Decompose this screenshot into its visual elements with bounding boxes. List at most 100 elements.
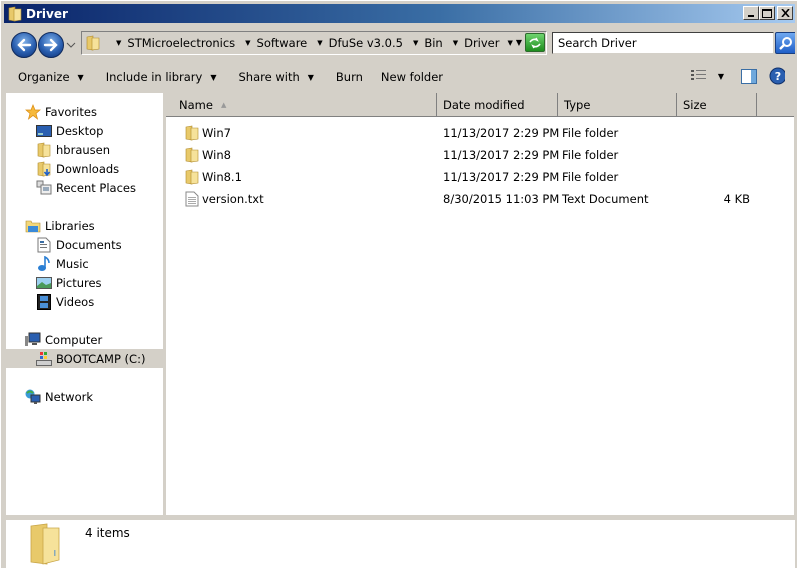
close-icon [780, 9, 790, 17]
breadcrumb-dfuse[interactable]: ▼ DfuSe v3.0.5 [317, 36, 403, 50]
folder-icon [185, 169, 199, 185]
nav-libraries[interactable]: Libraries [25, 216, 95, 235]
nav-item-downloads[interactable]: Downloads [36, 159, 119, 178]
star-icon [25, 103, 41, 120]
search-input[interactable]: Search Driver [552, 32, 774, 54]
file-row[interactable]: Win8 11/13/2017 2:29 PM File folder [166, 144, 794, 166]
file-row[interactable]: Win8.1 11/13/2017 2:29 PM File folder [166, 166, 794, 188]
nav-item-recent-places[interactable]: Recent Places [36, 178, 136, 197]
breadcrumb-bin[interactable]: ▼ Bin [413, 36, 443, 50]
refresh-button[interactable] [525, 33, 545, 52]
chevron-down-icon: ▼ [307, 72, 314, 82]
window-title: Driver [26, 6, 68, 21]
file-date: 8/30/2015 11:03 PM [443, 192, 560, 206]
chevron-down-icon[interactable]: ▼ [413, 39, 418, 47]
search-icon [779, 37, 792, 50]
explorer-window: Driver ▼ STMicroelectronics ▼ Software ▼… [0, 0, 797, 568]
arrow-right-icon [43, 38, 58, 52]
folder-icon [86, 35, 100, 51]
file-name: Win8 [202, 148, 231, 162]
arrow-left-icon [17, 38, 32, 52]
chevron-down-icon[interactable]: ▼ [116, 39, 121, 47]
file-type: File folder [562, 126, 619, 140]
back-button[interactable] [11, 32, 37, 58]
maximize-button[interactable] [759, 6, 775, 20]
column-header-date-modified[interactable]: Date modified [437, 93, 558, 116]
address-history-dropdown[interactable]: ▼ [516, 38, 522, 47]
close-button[interactable] [777, 6, 793, 20]
file-row[interactable]: version.txt 8/30/2015 11:03 PM Text Docu… [166, 188, 794, 210]
nav-item-videos[interactable]: Videos [36, 292, 94, 311]
recent-places-icon [36, 180, 52, 196]
chevron-down-icon[interactable]: ▼ [507, 39, 512, 47]
drive-icon [36, 351, 52, 367]
file-name: Win8.1 [202, 170, 242, 184]
view-options-dropdown[interactable]: ▼ [713, 68, 729, 84]
chevron-down-icon[interactable]: ▼ [317, 39, 322, 47]
folder-icon [8, 6, 22, 21]
forward-button[interactable] [38, 32, 64, 58]
breadcrumb-stmicroelectronics[interactable]: ▼ STMicroelectronics [116, 36, 235, 50]
include-in-library-button[interactable]: Include in library ▼ [106, 70, 217, 84]
downloads-folder-icon [36, 161, 52, 177]
column-header-extra[interactable] [757, 93, 794, 116]
preview-pane-icon [741, 68, 757, 84]
file-date: 11/13/2017 2:29 PM [443, 126, 560, 140]
column-header-size[interactable]: Size [677, 93, 757, 116]
change-view-button[interactable] [691, 68, 707, 84]
item-count: 4 items [85, 526, 130, 540]
file-type: Text Document [562, 192, 649, 206]
recent-pages-dropdown[interactable] [66, 40, 76, 50]
column-header-name[interactable]: Name ▲ [173, 93, 437, 116]
breadcrumb-driver[interactable]: ▼ Driver ▼ [453, 36, 519, 50]
file-date: 11/13/2017 2:29 PM [443, 170, 560, 184]
chevron-down-icon: ▼ [210, 72, 217, 82]
details-pane: 4 items [6, 520, 795, 568]
desktop-icon [36, 123, 52, 139]
folder-icon [30, 523, 60, 565]
title-bar[interactable]: Driver [4, 4, 795, 23]
nav-item-desktop[interactable]: Desktop [36, 121, 103, 140]
column-header-type[interactable]: Type [558, 93, 677, 116]
file-list: Name ▲ Date modified Type Size Win7 11/13… [166, 93, 794, 515]
nav-favorites[interactable]: Favorites [25, 102, 97, 121]
file-type: File folder [562, 148, 619, 162]
file-type: File folder [562, 170, 619, 184]
maximize-icon [762, 8, 772, 18]
organize-button[interactable]: Organize ▼ [18, 70, 84, 84]
music-icon [36, 255, 52, 272]
nav-network[interactable]: Network [25, 387, 93, 406]
minimize-button[interactable] [743, 6, 759, 20]
nav-item-hbrausen[interactable]: hbrausen [36, 140, 110, 159]
file-size: 4 KB [723, 192, 750, 206]
details-view-icon [691, 70, 706, 80]
chevron-down-icon: ▼ [717, 71, 725, 81]
chevron-down-icon[interactable]: ▼ [245, 39, 250, 47]
minimize-icon [748, 15, 754, 17]
user-folder-icon [36, 142, 52, 158]
help-button[interactable]: ? [769, 67, 785, 85]
nav-item-documents[interactable]: Documents [36, 235, 122, 254]
preview-pane-button[interactable] [741, 68, 757, 84]
new-folder-button[interactable]: New folder [381, 70, 443, 84]
search-button[interactable] [775, 32, 797, 54]
file-date: 11/13/2017 2:29 PM [443, 148, 560, 162]
file-name: version.txt [202, 192, 264, 206]
share-with-button[interactable]: Share with ▼ [239, 70, 314, 84]
address-bar[interactable]: ▼ STMicroelectronics ▼ Software ▼ DfuSe … [81, 31, 547, 55]
nav-item-pictures[interactable]: Pictures [36, 273, 102, 292]
videos-icon [36, 293, 52, 310]
nav-item-music[interactable]: Music [36, 254, 89, 273]
libraries-icon [25, 218, 41, 234]
burn-button[interactable]: Burn [336, 70, 363, 84]
folder-icon [185, 125, 199, 141]
chevron-down-icon[interactable]: ▼ [453, 39, 458, 47]
help-icon: ? [769, 67, 785, 85]
refresh-icon [529, 37, 541, 48]
nav-item-bootcamp[interactable]: BOOTCAMP (C:) [6, 349, 163, 368]
nav-computer[interactable]: Computer [25, 330, 102, 349]
breadcrumb-software[interactable]: ▼ Software [245, 36, 307, 50]
address-row: ▼ STMicroelectronics ▼ Software ▼ DfuSe … [5, 28, 797, 60]
file-row[interactable]: Win7 11/13/2017 2:29 PM File folder [166, 122, 794, 144]
folder-icon [185, 147, 199, 163]
